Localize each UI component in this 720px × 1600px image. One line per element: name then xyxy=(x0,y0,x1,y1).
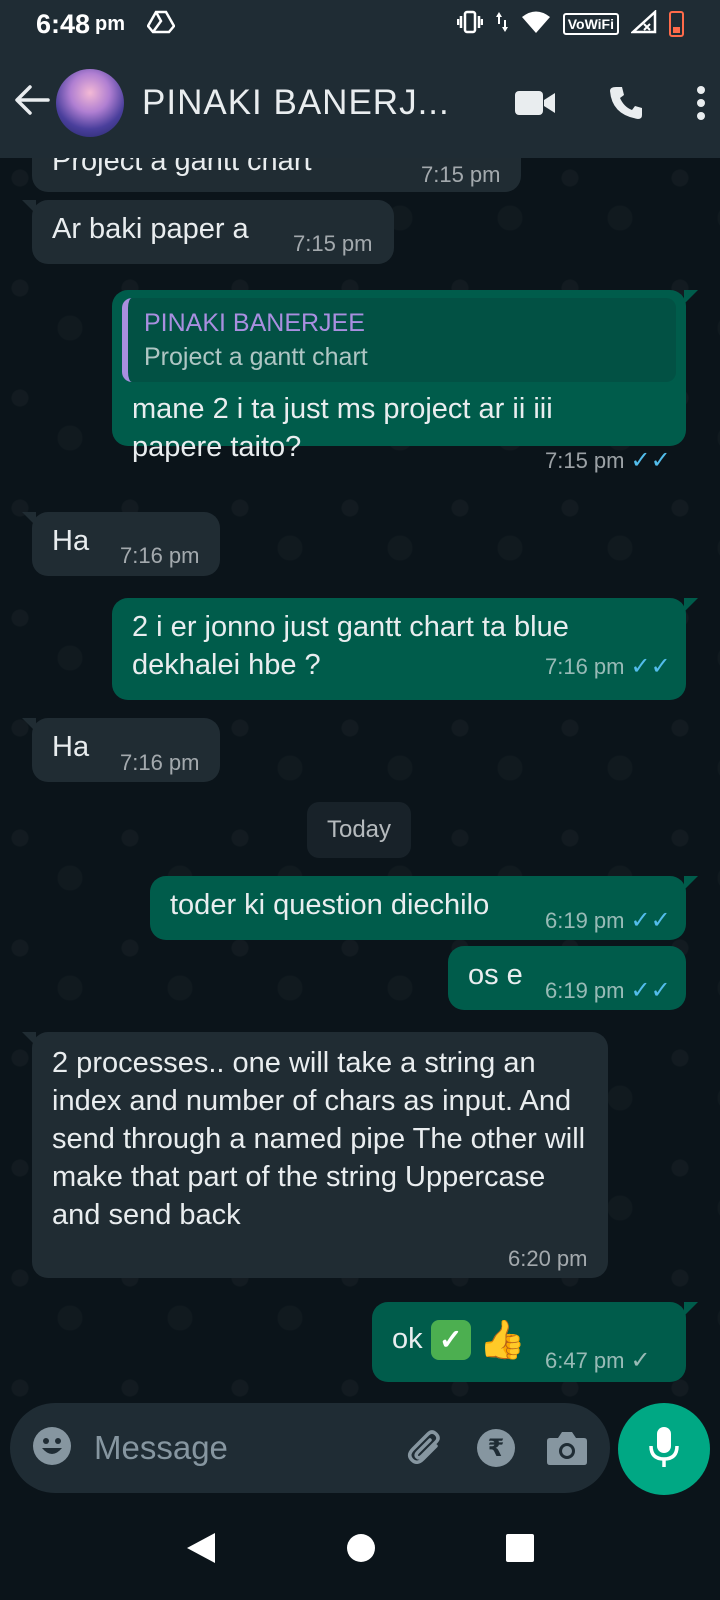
message-text: ok xyxy=(392,1323,423,1355)
message-text: os e xyxy=(468,959,523,991)
message-time: 6:47 pm ✓ xyxy=(545,1347,651,1374)
nav-back-icon[interactable] xyxy=(185,1531,217,1570)
read-receipt-icon: ✓✓ xyxy=(630,653,671,680)
date-divider: Today xyxy=(307,802,411,858)
message-outgoing[interactable]: 2 i er jonno just gantt chart ta blue de… xyxy=(112,598,698,700)
emoji-icon[interactable] xyxy=(32,1426,72,1471)
contact-name[interactable]: PINAKI BANERJ... xyxy=(142,83,486,123)
message-time: 7:16 pm xyxy=(120,543,200,568)
message-time: 6:19 pm ✓✓ xyxy=(545,977,671,1004)
nav-home-icon[interactable] xyxy=(346,1533,376,1568)
thumbs-up-emoji: 👍 xyxy=(478,1319,527,1362)
message-text: Project a gantt chart xyxy=(52,158,312,177)
read-receipt-icon: ✓✓ xyxy=(630,977,671,1004)
vowifi-badge: VoWiFi xyxy=(562,13,619,35)
status-bar: 6:48 pm VoWiFi xyxy=(0,0,720,48)
message-input[interactable]: Message xyxy=(94,1429,376,1467)
voice-record-button[interactable] xyxy=(618,1403,710,1495)
vibrate-icon xyxy=(456,10,483,39)
message-incoming[interactable]: 2 processes.. one will take a string an … xyxy=(22,1032,608,1278)
quoted-reply[interactable]: PINAKI BANERJEE Project a gantt chart xyxy=(122,298,676,382)
message-outgoing[interactable]: PINAKI BANERJEE Project a gantt chart ma… xyxy=(112,290,698,463)
svg-text:₹: ₹ xyxy=(488,1434,505,1462)
message-text: Ha xyxy=(52,525,90,557)
message-text: 2 processes.. one will take a string an … xyxy=(52,1047,586,1231)
wifi-icon xyxy=(521,10,551,39)
message-time: 6:19 pm ✓✓ xyxy=(545,907,671,934)
quoted-sender: PINAKI BANERJEE xyxy=(144,309,365,337)
nav-recents-icon[interactable] xyxy=(505,1533,535,1568)
status-ampm: pm xyxy=(95,12,126,35)
chat-header: PINAKI BANERJ... xyxy=(0,48,720,158)
check-mark-emoji: ✓ xyxy=(430,1320,471,1361)
more-options-icon[interactable] xyxy=(696,86,706,120)
payment-rupee-icon[interactable]: ₹ xyxy=(476,1428,516,1468)
data-arrows-icon xyxy=(495,10,509,39)
message-text: mane 2 i ta just ms project ar ii iii pa… xyxy=(132,393,553,463)
microphone-icon xyxy=(649,1426,679,1473)
camera-icon[interactable] xyxy=(546,1430,588,1466)
message-time: 6:20 pm xyxy=(508,1246,588,1271)
quoted-text: Project a gantt chart xyxy=(144,343,368,371)
message-text: Ar baki paper a xyxy=(52,213,249,245)
message-time: 7:15 pm ✓✓ xyxy=(545,447,671,474)
voice-call-icon[interactable] xyxy=(608,85,644,121)
message-composer: Message ₹ xyxy=(10,1403,610,1493)
signal-icon xyxy=(629,8,657,39)
message-text: toder ki question diechilo xyxy=(170,889,490,921)
message-time: 7:15 pm xyxy=(293,231,373,256)
read-receipt-icon: ✓✓ xyxy=(630,907,671,934)
sent-tick-icon: ✓ xyxy=(630,1347,651,1374)
drive-icon xyxy=(146,10,176,39)
message-time: 7:16 pm ✓✓ xyxy=(545,653,671,680)
avatar[interactable] xyxy=(56,69,124,137)
read-receipt-icon: ✓✓ xyxy=(630,447,671,474)
system-nav-bar xyxy=(0,1500,720,1600)
attach-icon[interactable] xyxy=(406,1428,446,1468)
status-time: 6:48 xyxy=(36,8,91,39)
message-text: Ha xyxy=(52,731,90,763)
back-arrow-icon[interactable] xyxy=(14,81,54,126)
video-call-icon[interactable] xyxy=(514,89,556,117)
message-list[interactable]: Project a gantt chart 7:15 pm Ar baki pa… xyxy=(0,158,720,1398)
message-time: 7:15 pm xyxy=(421,162,501,187)
battery-icon xyxy=(669,11,684,37)
message-time: 7:16 pm xyxy=(120,750,200,775)
